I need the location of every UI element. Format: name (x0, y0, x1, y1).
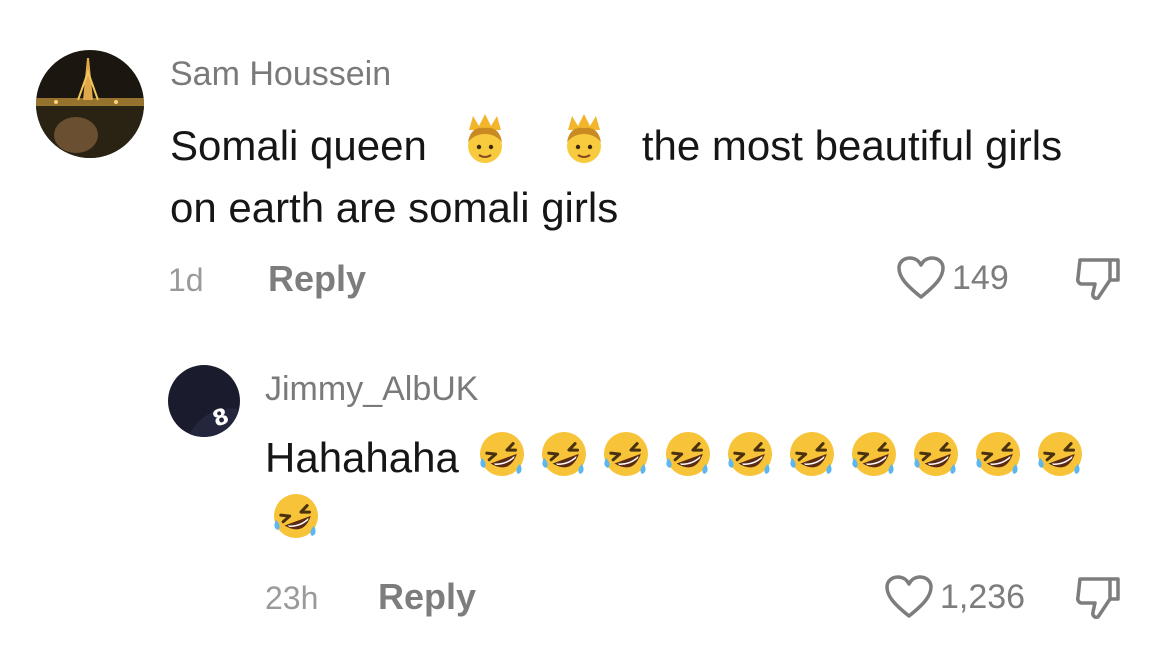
rolling-on-floor-laughing-emoji (848, 428, 900, 480)
comment-text-part: Hahahaha (265, 434, 459, 481)
comment-text: Somali queen the most beautiful girls on… (170, 112, 1130, 239)
rolling-on-floor-laughing-emoji (724, 428, 776, 480)
dislike-button[interactable] (1074, 256, 1122, 307)
rolling-on-floor-laughing-emoji (910, 428, 962, 480)
like-count: 1,236 (940, 577, 1026, 616)
comment-username[interactable]: Jimmy_AlbUK (265, 370, 478, 409)
thumbs-down-icon (1076, 577, 1120, 619)
rolling-on-floor-laughing-emoji (600, 428, 652, 480)
princess-emoji (556, 112, 612, 168)
like-count: 149 (952, 258, 1009, 297)
rolling-on-floor-laughing-emoji (1034, 428, 1086, 480)
comment-timestamp: 1d (168, 262, 204, 298)
thumbs-down-icon (1076, 258, 1120, 300)
comment-text: Hahahaha (265, 427, 1145, 551)
rolling-on-floor-laughing-emoji (786, 428, 838, 480)
comment-text-part: the most beautiful girls (641, 122, 1063, 169)
rolling-on-floor-laughing-emoji (662, 428, 714, 480)
like-button[interactable]: 1,236 (884, 574, 1025, 620)
avatar-image (36, 50, 144, 158)
avatar[interactable]: 8 (168, 365, 240, 437)
avatar-image: 8 (168, 365, 240, 437)
reply-button[interactable]: Reply (378, 576, 476, 618)
rolling-on-floor-laughing-emoji (270, 490, 322, 542)
comment-text-part: on earth are somali girls (170, 184, 619, 231)
princess-emoji (457, 112, 513, 168)
heart-icon (885, 575, 933, 618)
comment-username[interactable]: Sam Houssein (170, 55, 391, 94)
comment-text-part: Somali queen (170, 122, 427, 169)
avatar[interactable] (36, 50, 144, 158)
heart-icon (897, 256, 945, 299)
comment-timestamp: 23h (265, 580, 319, 616)
rolling-on-floor-laughing-emoji (476, 428, 528, 480)
dislike-button[interactable] (1074, 575, 1122, 626)
like-button[interactable]: 149 (896, 255, 1009, 301)
reply-button[interactable]: Reply (268, 258, 366, 300)
rolling-on-floor-laughing-emoji (972, 428, 1024, 480)
rolling-on-floor-laughing-emoji (538, 428, 590, 480)
